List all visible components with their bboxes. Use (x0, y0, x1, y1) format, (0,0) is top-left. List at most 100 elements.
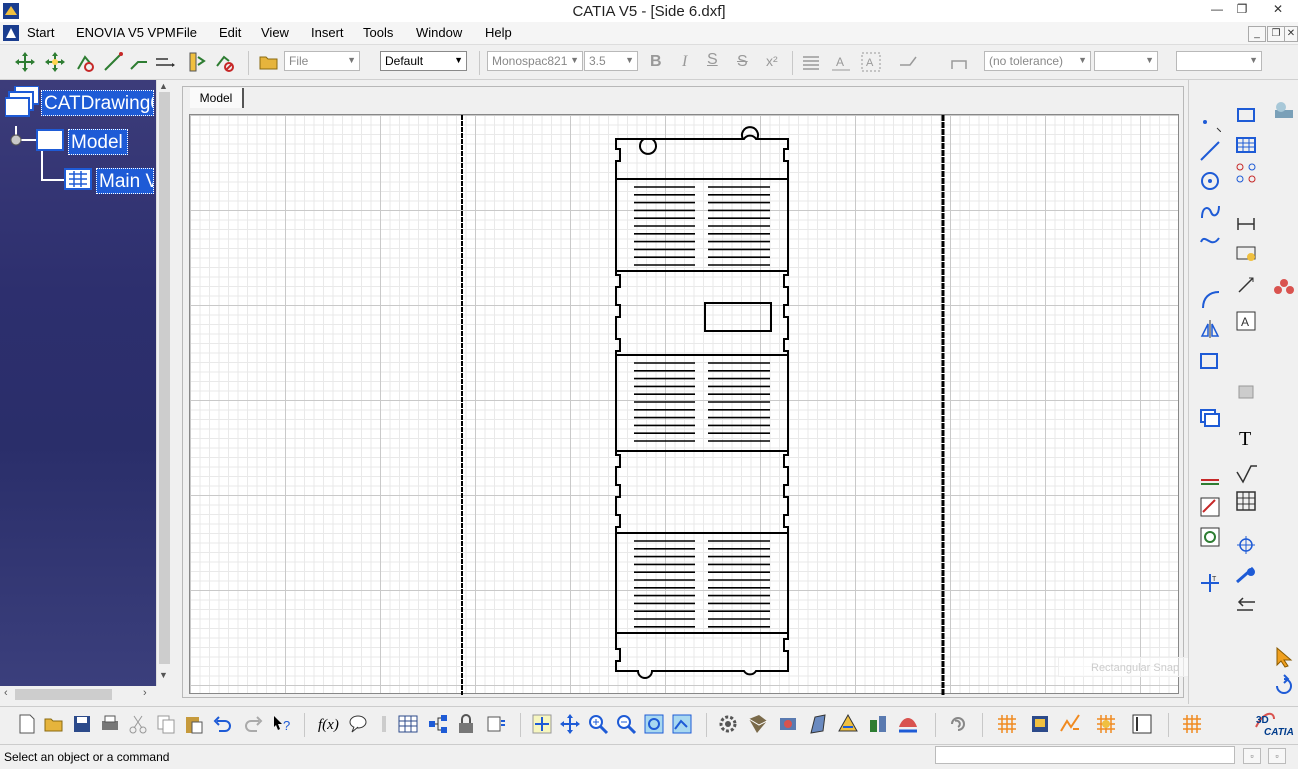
corner-tool-icon[interactable] (1199, 288, 1221, 310)
undo-icon[interactable] (211, 713, 233, 735)
tree-sheet-label[interactable]: Model (68, 129, 128, 155)
reference-icon[interactable] (1131, 713, 1153, 735)
line-icon[interactable] (102, 51, 124, 73)
tree-horizontal-scroll-thumb[interactable] (15, 689, 112, 700)
roughness-icon[interactable] (1235, 464, 1257, 486)
value-combo[interactable]: ▼ (1094, 51, 1158, 71)
axis-line-icon[interactable] (1235, 534, 1257, 556)
settings-gear-icon[interactable] (717, 713, 739, 735)
tree-root-label[interactable]: CATDrawing6 (41, 90, 154, 116)
minimize-button[interactable]: — (1207, 2, 1227, 18)
design-table-icon[interactable] (397, 713, 419, 735)
fit-all-icon[interactable] (531, 713, 553, 735)
zoom-in-icon[interactable] (587, 713, 609, 735)
status-power-input-button[interactable]: ▫ (1268, 748, 1286, 764)
pan-icon[interactable] (14, 51, 36, 73)
feature-tool-icon[interactable] (1235, 380, 1257, 402)
redo-icon[interactable] (243, 713, 265, 735)
cut-in-grid-icon[interactable] (1095, 713, 1117, 735)
text-tool-icon[interactable]: T (1239, 428, 1251, 451)
sheet-tool-icon[interactable] (1199, 408, 1221, 430)
point-tool-icon[interactable] (1199, 110, 1221, 132)
dimension-arrow-icon[interactable] (154, 51, 176, 73)
bold-button[interactable]: B (650, 53, 662, 71)
update-icon[interactable] (947, 713, 969, 735)
menu-tools[interactable]: Tools (363, 25, 393, 40)
copy-icon[interactable] (155, 713, 177, 735)
new-file-icon[interactable] (16, 713, 38, 735)
arrow-tool-icon[interactable] (1235, 594, 1257, 616)
tolerance-icon[interactable] (948, 51, 970, 73)
scroll-left-arrow[interactable]: ‹ (4, 687, 8, 699)
superscript-button[interactable]: x² (766, 53, 778, 69)
drawing-canvas[interactable] (189, 114, 1179, 695)
grid-tool-icon[interactable] (1235, 490, 1257, 512)
balloons-icon[interactable] (1273, 274, 1295, 296)
menu-help[interactable]: Help (485, 25, 512, 40)
pattern-tool-icon[interactable] (1235, 162, 1257, 184)
menu-insert[interactable]: Insert (311, 25, 344, 40)
restore-button[interactable]: ❐ (1232, 2, 1252, 18)
zoom-out-icon[interactable] (615, 713, 637, 735)
frame-icon[interactable]: A (860, 51, 882, 73)
mdi-minimize-button[interactable]: _ (1248, 26, 1266, 42)
analysis-display-icon[interactable] (1059, 713, 1081, 735)
curve-tool-icon[interactable] (1199, 230, 1221, 252)
position-tool-icon[interactable]: T (1199, 572, 1221, 594)
style-combo[interactable]: Default ▼ (380, 51, 467, 71)
document-icon[interactable] (3, 25, 19, 41)
italic-button[interactable]: I (682, 53, 687, 71)
text-box-icon[interactable]: A (1235, 310, 1257, 332)
cut-icon[interactable] (127, 713, 149, 735)
sheet-icon[interactable] (36, 129, 64, 151)
normal-view-icon[interactable] (671, 713, 693, 735)
extra-combo[interactable]: ▼ (1176, 51, 1262, 71)
dress-up-icon[interactable] (1199, 470, 1221, 492)
circle-tool-icon[interactable] (1199, 170, 1221, 192)
cad-tool-6-icon[interactable] (897, 713, 919, 735)
font-size-combo[interactable]: 3.5 ▼ (584, 51, 638, 71)
comment-icon[interactable] (347, 713, 369, 735)
cad-tool-5-icon[interactable] (867, 713, 889, 735)
select-arrow-icon[interactable] (1273, 646, 1295, 668)
tree-structure-icon[interactable] (427, 713, 449, 735)
file-combo[interactable]: File ▼ (284, 51, 360, 71)
whats-this-icon[interactable]: ? (271, 713, 293, 735)
tolerance-combo[interactable]: (no tolerance) ▼ (984, 51, 1091, 71)
menu-file[interactable]: File (176, 25, 197, 40)
arrow-dimension-icon[interactable] (1235, 274, 1257, 296)
lock-icon[interactable] (455, 713, 477, 735)
formula-icon[interactable]: f(x) (318, 717, 339, 734)
save-icon[interactable] (71, 713, 93, 735)
spline-tool-icon[interactable] (1199, 200, 1221, 222)
connector-icon[interactable] (128, 51, 150, 73)
grid-toggle-icon[interactable] (996, 713, 1018, 735)
underline-button[interactable]: S (707, 51, 718, 69)
measure-icon[interactable] (184, 51, 206, 73)
knowledge-icon[interactable] (485, 713, 507, 735)
mdi-close-button[interactable]: ✕ (1284, 26, 1298, 42)
snap-grid-icon[interactable] (1181, 713, 1203, 735)
view-creation-icon[interactable] (1199, 350, 1221, 372)
paste-icon[interactable] (183, 713, 205, 735)
sketcher-icon[interactable] (1029, 713, 1051, 735)
menu-edit[interactable]: Edit (219, 25, 241, 40)
mdi-restore-button[interactable]: ❐ (1267, 26, 1285, 42)
scroll-down-arrow[interactable]: ▼ (159, 670, 168, 680)
tree-view-label[interactable]: Main View (96, 168, 154, 194)
chain-dimension-icon[interactable] (1235, 242, 1257, 264)
menu-view[interactable]: View (261, 25, 289, 40)
print-icon[interactable] (99, 713, 121, 735)
mirror-tool-icon[interactable] (1199, 318, 1221, 340)
font-combo[interactable]: Monospac821 ▼ (487, 51, 583, 71)
drawing-root-icon[interactable] (5, 86, 39, 118)
generate-icon[interactable] (1199, 496, 1221, 518)
open-file-icon[interactable] (43, 713, 65, 735)
text-align-icon[interactable] (800, 51, 822, 73)
close-button[interactable]: ✕ (1268, 2, 1288, 18)
table-tool-icon[interactable] (1235, 134, 1257, 156)
menu-start[interactable]: Start (27, 25, 54, 40)
tab-model[interactable]: Model (190, 88, 244, 108)
symbol-icon[interactable] (898, 51, 920, 73)
open-folder-icon[interactable] (258, 51, 280, 73)
